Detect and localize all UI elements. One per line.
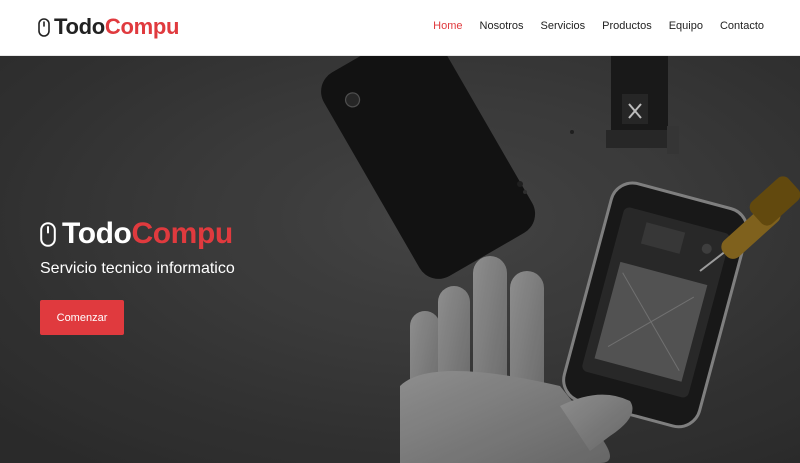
nav-equipo[interactable]: Equipo — [669, 18, 703, 34]
nav-nosotros[interactable]: Nosotros — [480, 18, 524, 34]
hero-subtitle: Servicio tecnico informatico — [40, 260, 235, 277]
hero-brand-logo: TodoCompu — [40, 216, 235, 252]
hero-section: TodoCompu Servicio tecnico informatico C… — [0, 56, 800, 463]
top-navbar: TodoCompu Home Nosotros Servicios Produc… — [0, 0, 800, 56]
brand-name-part-a: Todo — [54, 14, 105, 39]
hero-brand-part-a: Todo — [62, 217, 132, 250]
main-nav: Home Nosotros Servicios Productos Equipo… — [416, 18, 764, 34]
mouse-icon — [38, 17, 50, 37]
comenzar-button[interactable]: Comenzar — [40, 300, 124, 335]
nav-productos[interactable]: Productos — [602, 18, 652, 34]
hero-content: TodoCompu Servicio tecnico informatico C… — [40, 216, 235, 335]
nav-contacto[interactable]: Contacto — [720, 18, 764, 34]
brand-name: TodoCompu — [54, 14, 179, 40]
hero-brand-part-b: Compu — [131, 217, 233, 250]
nav-home[interactable]: Home — [433, 18, 462, 34]
brand-logo[interactable]: TodoCompu — [38, 14, 179, 40]
mouse-icon — [40, 221, 56, 247]
brand-name-part-b: Compu — [104, 14, 180, 39]
hero-brand-name: TodoCompu — [62, 217, 233, 251]
nav-servicios[interactable]: Servicios — [541, 18, 586, 34]
